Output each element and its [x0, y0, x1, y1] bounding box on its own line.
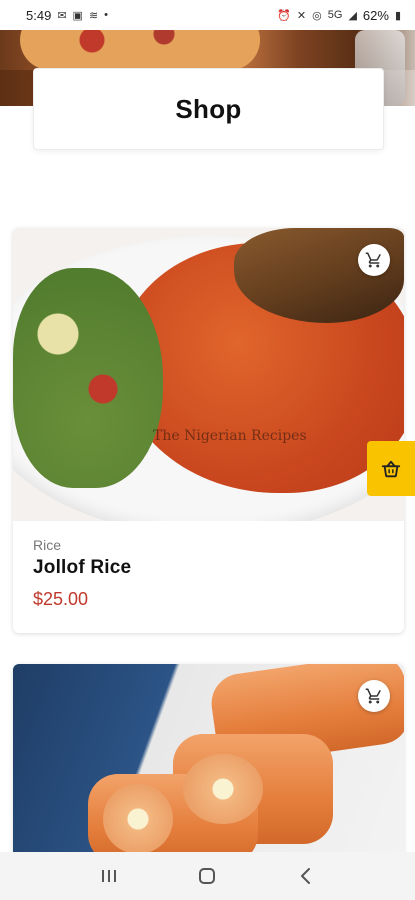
product-category: Rice	[33, 537, 62, 553]
mail-icon: ✉	[57, 9, 67, 22]
basket-button[interactable]	[367, 441, 415, 496]
salad	[13, 268, 163, 488]
alarm-icon: ⏰	[277, 9, 291, 22]
home-button[interactable]	[187, 856, 227, 896]
wifi-calling-icon: ≋	[88, 9, 99, 22]
roll-slice	[183, 754, 263, 824]
product-name[interactable]: Jollof Rice	[33, 557, 384, 579]
status-left: 5:49 ✉ ▣ ≋ •	[26, 8, 108, 23]
roll-slice	[103, 784, 173, 854]
add-to-cart-button[interactable]	[358, 680, 390, 712]
mute-icon: ✕	[296, 9, 307, 22]
cart-icon	[365, 688, 381, 704]
recent-apps-button[interactable]	[89, 856, 129, 896]
battery-icon: ▮	[394, 9, 401, 22]
image-icon: ▣	[72, 9, 83, 22]
back-icon	[300, 868, 310, 884]
cart-icon	[365, 252, 381, 268]
add-to-cart-button[interactable]	[358, 244, 390, 276]
product-card[interactable]: The Nigerian Recipes Rice Jollof Rice $2…	[13, 228, 404, 633]
pizza-image	[20, 30, 260, 70]
image-watermark: The Nigerian Recipes	[153, 428, 307, 444]
battery-percent: 62%	[362, 7, 389, 23]
network-label: 5G	[327, 9, 343, 21]
basket-icon	[381, 460, 401, 477]
product-card[interactable]	[13, 664, 404, 864]
hotspot-icon: ◎	[312, 9, 322, 22]
home-icon	[199, 868, 216, 884]
dot-icon: •	[104, 9, 109, 21]
product-image[interactable]	[13, 664, 404, 864]
status-bar: 5:49 ✉ ▣ ≋ • ⏰ ✕ ◎ 5G ◢ 62% ▮	[0, 0, 415, 30]
product-price: $25.00	[33, 589, 89, 609]
recent-apps-icon	[102, 870, 117, 882]
page-title: Shop	[175, 93, 242, 124]
signal-icon: ◢	[348, 9, 357, 22]
page-title-card: Shop	[33, 68, 384, 150]
back-button[interactable]	[286, 856, 326, 896]
product-info: Rice Jollof Rice $25.00	[13, 521, 404, 624]
system-navbar	[0, 852, 415, 900]
status-time: 5:49	[26, 7, 52, 23]
status-right: ⏰ ✕ ◎ 5G ◢ 62% ▮	[277, 8, 401, 23]
product-image[interactable]: The Nigerian Recipes	[13, 228, 404, 521]
